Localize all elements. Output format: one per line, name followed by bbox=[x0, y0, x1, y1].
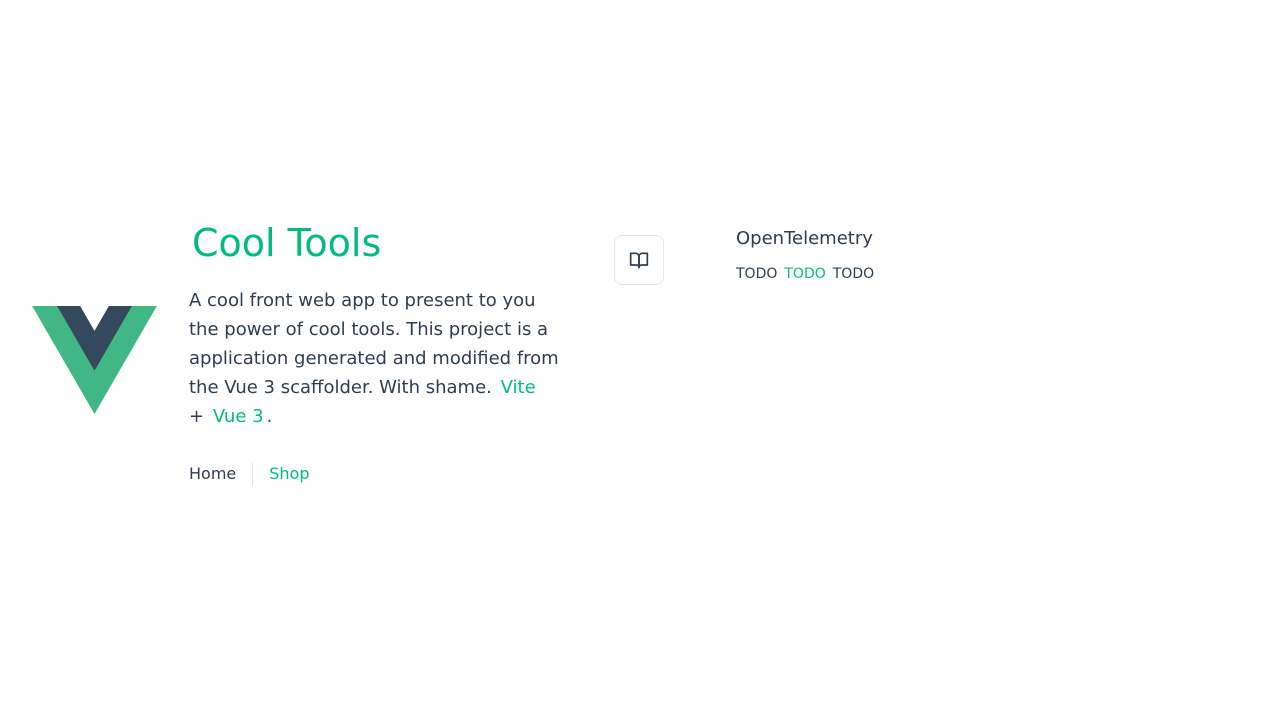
plus-text: + bbox=[189, 406, 205, 427]
vite-link[interactable]: Vite bbox=[498, 377, 539, 398]
todo-link-2[interactable]: TODO bbox=[784, 266, 825, 282]
page-title: Cool Tools bbox=[192, 221, 382, 265]
period-text: . bbox=[266, 406, 273, 427]
todo-link-1[interactable]: TODO bbox=[736, 266, 777, 282]
nav-shop-link[interactable]: Shop bbox=[253, 462, 309, 486]
nav-home-link[interactable]: Home bbox=[189, 462, 252, 486]
book-open-icon bbox=[629, 252, 649, 269]
main-nav: Home Shop bbox=[189, 462, 310, 486]
vue-logo bbox=[32, 306, 157, 414]
item-title: OpenTelemetry bbox=[736, 228, 873, 249]
hero-description: A cool front web app to present to you t… bbox=[189, 286, 559, 431]
item-links: TODO TODO TODO bbox=[736, 264, 881, 284]
vue-link[interactable]: Vue 3 bbox=[210, 406, 267, 427]
item-icon-box bbox=[614, 235, 664, 285]
todo-link-3[interactable]: TODO bbox=[833, 266, 874, 282]
